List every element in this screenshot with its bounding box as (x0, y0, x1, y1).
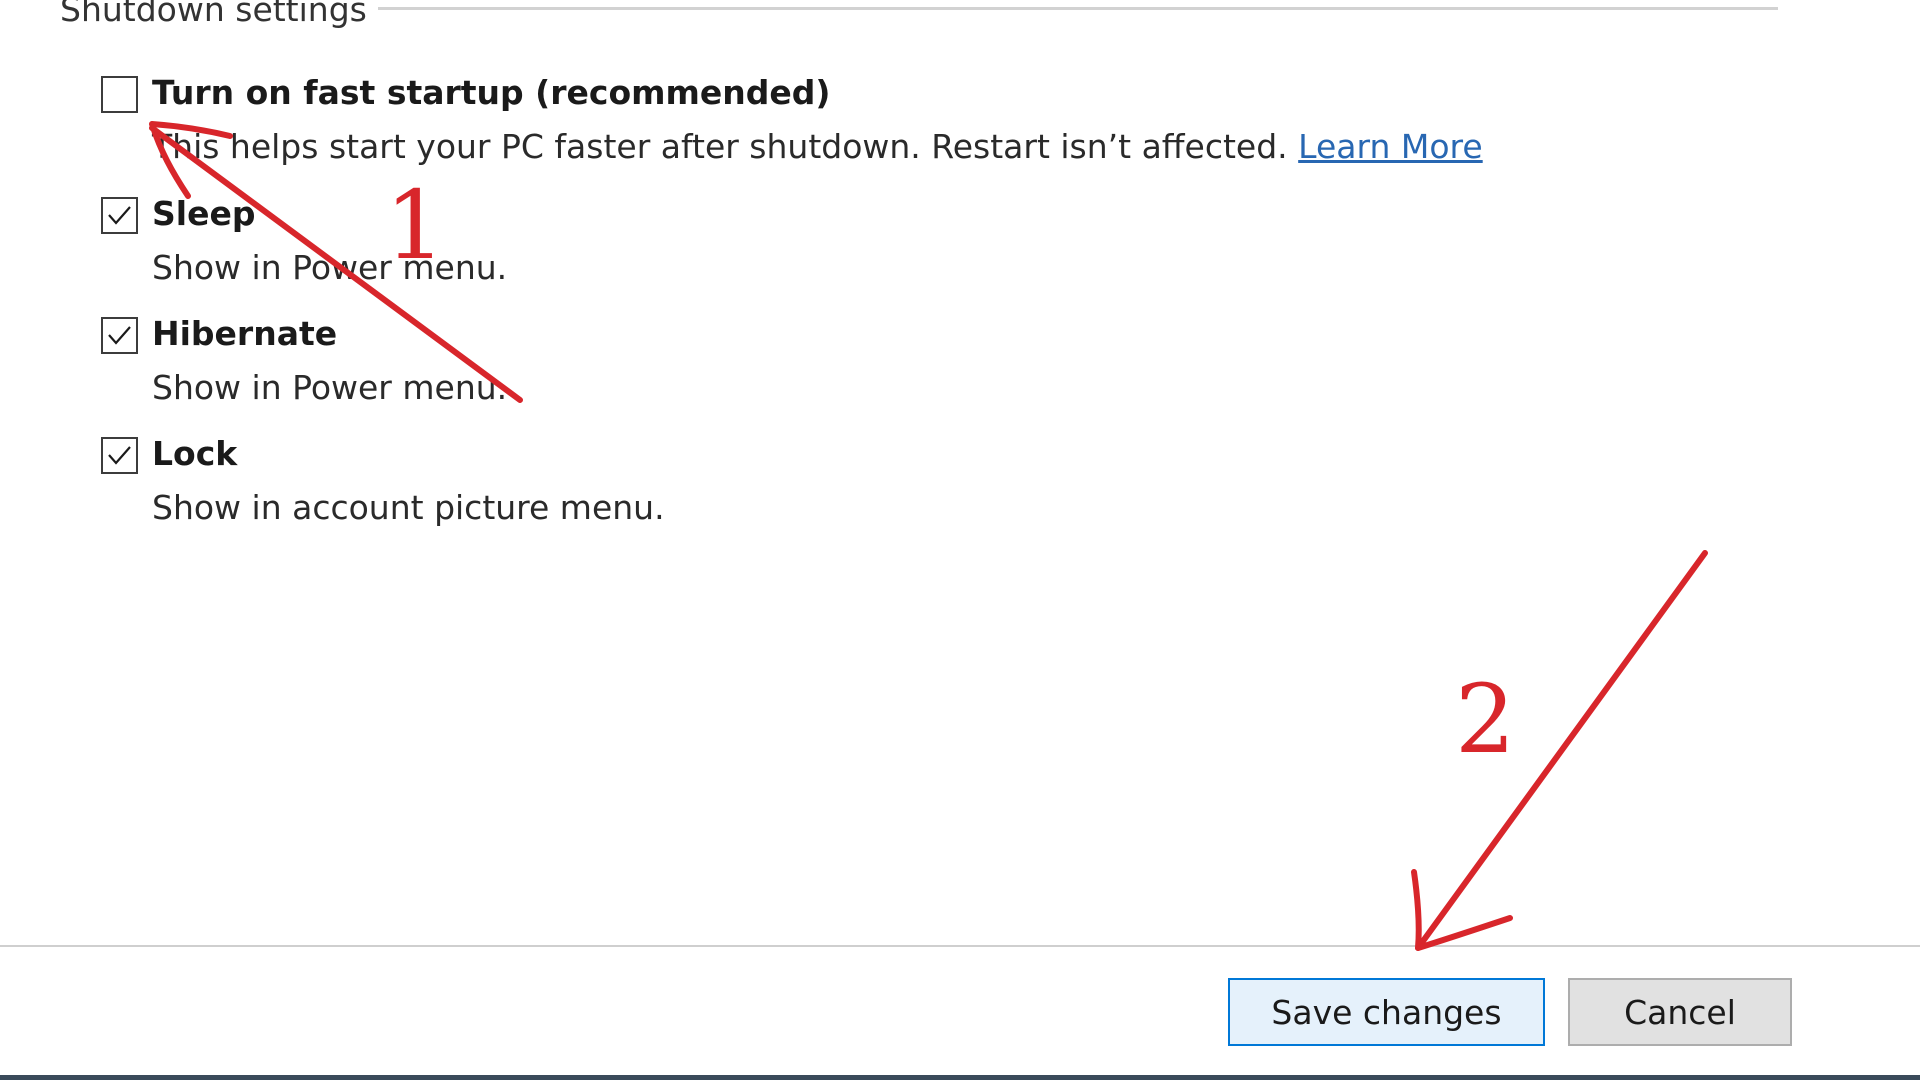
arrow-to-save-button (1415, 550, 1708, 951)
save-changes-button[interactable]: Save changes (1228, 978, 1545, 1046)
footer-divider (0, 945, 1920, 947)
fast-startup-description-text: This helps start your PC faster after sh… (152, 127, 1288, 166)
check-icon (108, 446, 131, 465)
option-lock: Lock Show in account picture menu. (101, 434, 1601, 537)
check-icon (108, 326, 131, 345)
annotation-step-2: 2 (1455, 665, 1515, 775)
cancel-button[interactable]: Cancel (1568, 978, 1792, 1046)
hibernate-checkbox[interactable] (101, 317, 138, 354)
fast-startup-label: Turn on fast startup (recommended) (152, 73, 831, 112)
learn-more-link[interactable]: Learn More (1298, 127, 1483, 166)
section-divider (378, 7, 1778, 10)
lock-checkbox[interactable] (101, 437, 138, 474)
hibernate-description: Show in Power menu. (152, 368, 508, 407)
sleep-label: Sleep (152, 194, 256, 233)
sleep-checkbox[interactable] (101, 197, 138, 234)
hibernate-label: Hibernate (152, 314, 338, 353)
section-title: Shutdown settings (60, 0, 367, 29)
sleep-description: Show in Power menu. (152, 248, 508, 287)
arrow-head-2 (1411, 869, 1513, 951)
fast-startup-checkbox[interactable] (101, 76, 138, 113)
fast-startup-description: This helps start your PC faster after sh… (152, 124, 1483, 170)
section-header: Shutdown settings (60, 0, 1780, 30)
option-hibernate: Hibernate Show in Power menu. (101, 314, 1601, 417)
lock-description: Show in account picture menu. (152, 488, 665, 527)
check-icon (108, 206, 131, 225)
option-fast-startup: Turn on fast startup (recommended) This … (101, 73, 1601, 176)
taskbar-edge (0, 1075, 1920, 1080)
option-sleep: Sleep Show in Power menu. (101, 194, 1601, 297)
lock-label: Lock (152, 434, 238, 473)
